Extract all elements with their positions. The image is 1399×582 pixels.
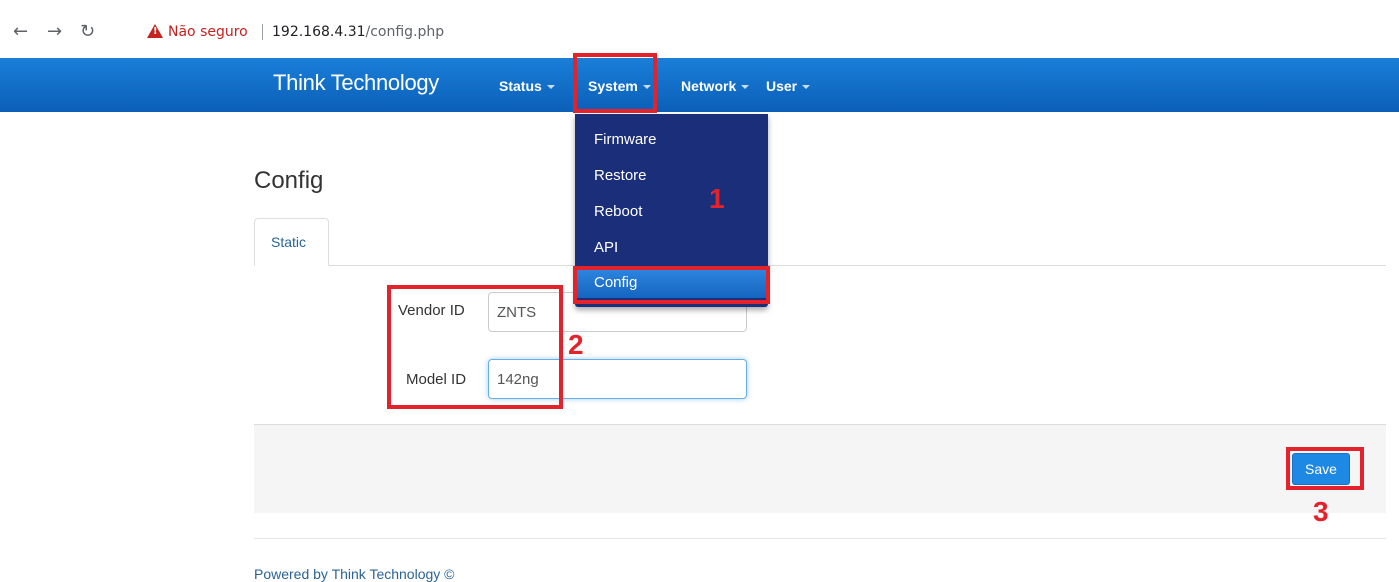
page-title: Config [254, 167, 324, 194]
brand-link[interactable]: Think Technology [273, 70, 439, 96]
menu-item-reboot[interactable]: Reboot [575, 197, 768, 227]
not-secure-label: Não seguro [168, 24, 248, 40]
forward-arrow-icon[interactable]: → [47, 22, 62, 42]
highlight-config-item [573, 266, 770, 304]
annotation-number-3: 3 [1313, 496, 1329, 527]
address-separator [262, 24, 263, 40]
nav-network[interactable]: Network [681, 77, 750, 95]
url-text: 192.168.4.31/config.php [272, 18, 444, 46]
form-actions-panel [254, 424, 1386, 513]
url-path: /config.php [365, 24, 445, 40]
tab-divider [254, 265, 1386, 266]
caret-down-icon [802, 85, 811, 90]
annotation-number-1: 1 [709, 183, 725, 214]
nav-user[interactable]: User [766, 77, 811, 95]
url-host: 192.168.4.31 [272, 24, 366, 40]
menu-item-firmware[interactable]: Firmware [575, 125, 768, 155]
caret-down-icon [546, 85, 555, 90]
annotation-number-2: 2 [568, 329, 584, 360]
menu-item-restore[interactable]: Restore [575, 161, 768, 191]
address-bar[interactable]: Não seguro 192.168.4.31/config.php [135, 18, 1395, 46]
back-arrow-icon[interactable]: ← [13, 22, 28, 42]
nav-status-label: Status [499, 78, 542, 94]
highlight-fields [387, 285, 563, 409]
nav-network-label: Network [681, 78, 737, 94]
footer-divider [254, 538, 1386, 539]
tab-static-label: Static [271, 234, 307, 250]
caret-down-icon [741, 85, 750, 90]
highlight-save-button [1286, 447, 1364, 490]
tab-static[interactable]: Static [254, 218, 329, 266]
browser-toolbar: ← → ↻ Não seguro 192.168.4.31/config.php [0, 0, 1399, 58]
nav-user-label: User [766, 78, 798, 94]
highlight-system-menu [573, 53, 657, 113]
reload-icon[interactable]: ↻ [80, 22, 95, 42]
menu-item-api[interactable]: API [575, 233, 768, 263]
warning-icon [147, 24, 163, 38]
top-navbar: Think Technology Status System Network U… [0, 58, 1399, 112]
nav-status[interactable]: Status [499, 77, 555, 95]
